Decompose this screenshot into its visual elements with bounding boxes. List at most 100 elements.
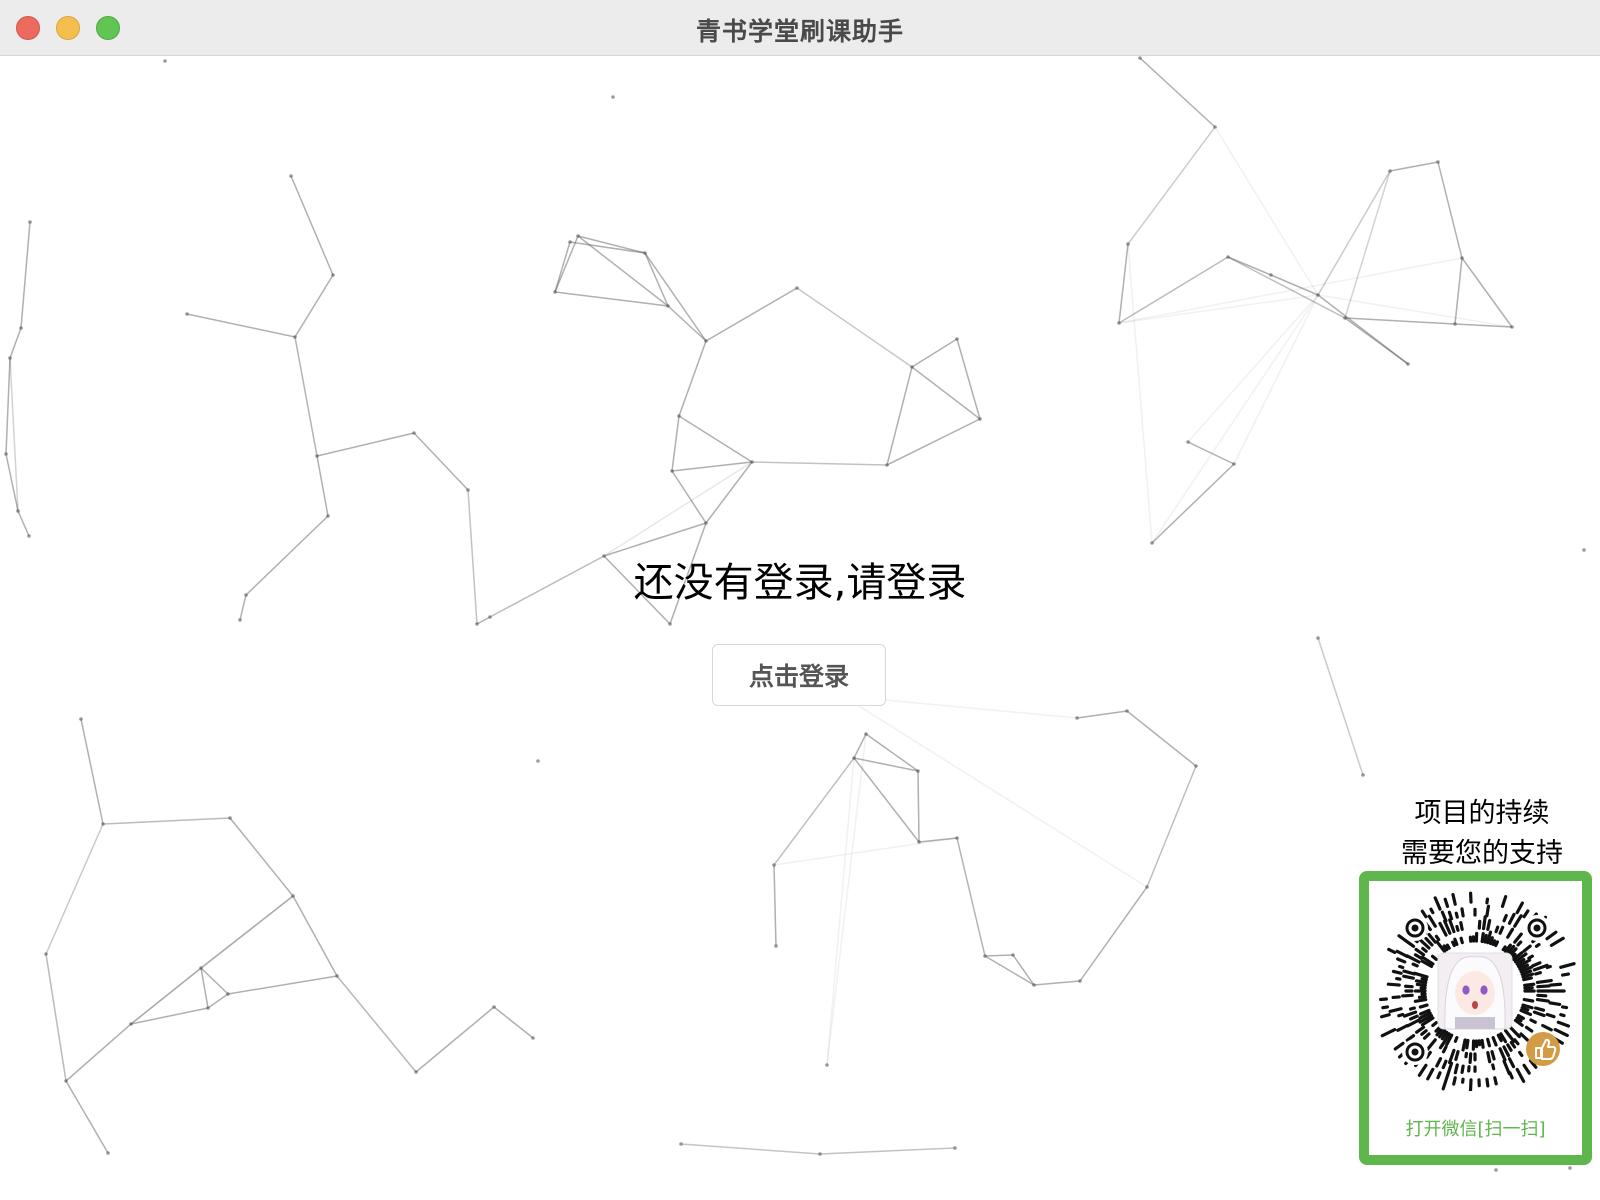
- qr-module: [1523, 982, 1536, 987]
- qr-module: [1460, 907, 1465, 918]
- network-edge: [1118, 243, 1129, 324]
- network-edge: [853, 757, 920, 843]
- qr-module: [1441, 1074, 1450, 1091]
- qr-module: [1422, 1032, 1431, 1040]
- network-edge: [415, 1006, 495, 1073]
- network-edge: [1033, 980, 1081, 986]
- network-edge: [229, 817, 294, 897]
- support-message: 项目的持续 需要您的支持: [1382, 794, 1582, 874]
- network-edge: [17, 510, 30, 537]
- network-node: [772, 863, 776, 867]
- qr-module: [1506, 927, 1515, 939]
- network-edge: [1118, 257, 1463, 324]
- network-edge: [294, 274, 334, 338]
- qr-module: [1536, 984, 1551, 989]
- avatar-eye: [1462, 985, 1470, 995]
- network-edge: [1151, 294, 1319, 544]
- qr-module: [1435, 1057, 1443, 1068]
- network-node: [1032, 983, 1036, 987]
- network-edge: [886, 366, 913, 466]
- network-node: [864, 732, 868, 736]
- qr-module: [1421, 946, 1428, 953]
- qr-module: [1448, 918, 1456, 934]
- qr-module: [1447, 910, 1454, 921]
- qr-module: [1500, 895, 1508, 908]
- qr-module: [1409, 1014, 1419, 1021]
- qr-module: [1408, 1006, 1416, 1011]
- qr-module: [1545, 964, 1552, 970]
- qr-module: [1452, 1076, 1457, 1086]
- qr-module: [1436, 1071, 1442, 1080]
- qr-module: [1534, 971, 1542, 976]
- qr-module: [1391, 969, 1403, 975]
- qr-module: [1415, 982, 1427, 987]
- network-edge: [671, 470, 707, 524]
- network-node: [1011, 953, 1015, 957]
- qr-module: [1425, 1038, 1437, 1052]
- network-edge: [130, 967, 202, 1025]
- network-node: [488, 615, 492, 619]
- network-node: [331, 273, 335, 277]
- network-node: [185, 312, 189, 316]
- network-node: [1460, 256, 1464, 260]
- qr-module: [1513, 1038, 1520, 1046]
- network-edge: [1146, 765, 1197, 888]
- network-edge: [917, 770, 920, 843]
- network-node: [8, 356, 12, 360]
- qr-module: [1388, 1007, 1403, 1013]
- network-edge: [826, 757, 855, 1066]
- network-edge: [956, 338, 981, 420]
- network-edge: [826, 733, 867, 1066]
- network-node: [852, 756, 856, 760]
- network-node: [129, 1022, 133, 1026]
- qr-module: [1515, 1067, 1526, 1083]
- qr-module: [1488, 936, 1494, 946]
- network-edge: [819, 1147, 956, 1155]
- qr-module: [1486, 1051, 1492, 1064]
- qr-module: [1380, 1028, 1397, 1038]
- network-edge: [1187, 441, 1235, 465]
- qr-module: [1549, 982, 1563, 987]
- qr-module: [1418, 1003, 1429, 1009]
- qr-module: [1397, 1012, 1405, 1018]
- network-node: [293, 335, 297, 339]
- qr-module: [1535, 997, 1550, 1003]
- network-node: [955, 337, 959, 341]
- wechat-qr-card: 打开微信[扫一扫]: [1359, 871, 1592, 1165]
- qr-module: [1453, 1035, 1459, 1043]
- qr-module: [1522, 976, 1533, 982]
- network-edge: [65, 1080, 109, 1154]
- network-node: [1436, 160, 1440, 164]
- qr-module: [1441, 1045, 1448, 1054]
- qr-module: [1485, 1077, 1490, 1088]
- login-button[interactable]: 点击登录: [712, 644, 886, 706]
- network-edge: [796, 287, 913, 368]
- network-node: [466, 488, 470, 492]
- qr-module: [1454, 911, 1459, 919]
- qr-module: [1433, 896, 1442, 911]
- qr-module: [1434, 934, 1441, 942]
- qr-module: [1445, 1061, 1454, 1078]
- network-edge: [678, 415, 753, 463]
- qr-module: [1485, 897, 1490, 905]
- qr-module: [1441, 1059, 1448, 1070]
- support-line-2: 需要您的支持: [1401, 838, 1563, 869]
- network-node: [1117, 321, 1121, 325]
- network-node: [1226, 255, 1230, 259]
- network-edge: [1437, 161, 1463, 259]
- qr-module: [1522, 997, 1535, 1003]
- network-node: [28, 220, 32, 224]
- qr-module: [1553, 1028, 1569, 1038]
- qr-module: [1438, 1043, 1444, 1050]
- title-bar[interactable]: 青书学堂刷课助手: [0, 0, 1600, 56]
- qr-module: [1417, 995, 1427, 999]
- qr-module: [1386, 982, 1401, 987]
- network-node: [206, 1006, 210, 1010]
- network-node: [1078, 979, 1082, 983]
- network-node: [4, 452, 8, 456]
- network-edge: [292, 895, 338, 977]
- qr-module: [1529, 1018, 1537, 1024]
- network-edge: [45, 823, 104, 955]
- qr-module: [1527, 954, 1534, 960]
- qr-module: [1402, 1010, 1418, 1018]
